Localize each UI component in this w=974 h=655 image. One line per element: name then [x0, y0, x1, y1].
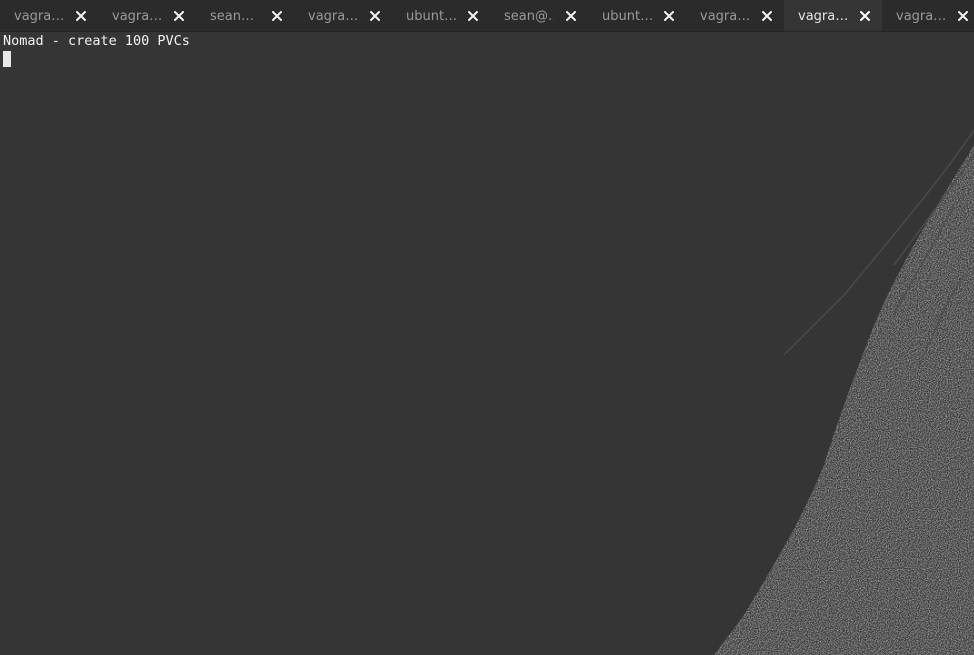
tab-4[interactable]: ubunt…	[392, 0, 490, 31]
tab-label: vagra…	[112, 8, 162, 24]
tab-6[interactable]: ubunt…	[588, 0, 686, 31]
close-icon[interactable]	[956, 9, 970, 23]
terminal-line: Nomad - create 100 PVCs	[3, 33, 190, 49]
tab-bar: vagra… vagra… sean… vagra… ubunt… sean@ …	[0, 0, 974, 32]
close-icon[interactable]	[466, 9, 480, 23]
tab-label: vagra…	[896, 8, 946, 24]
close-icon[interactable]	[368, 9, 382, 23]
close-icon[interactable]	[662, 9, 676, 23]
tab-label: ubunt…	[406, 8, 456, 24]
close-icon[interactable]	[270, 9, 284, 23]
tab-1[interactable]: vagra…	[98, 0, 196, 31]
tab-5[interactable]: sean@…	[490, 0, 588, 31]
close-icon[interactable]	[858, 9, 872, 23]
close-icon[interactable]	[74, 9, 88, 23]
tab-8-active[interactable]: vagra…	[784, 0, 882, 31]
tab-0[interactable]: vagra…	[0, 0, 98, 31]
tab-label: vagra…	[308, 8, 358, 24]
tab-label: vagra…	[798, 8, 848, 24]
prompt-line	[3, 50, 971, 67]
tab-label: sean@…	[504, 8, 554, 24]
tab-label: vagra…	[700, 8, 750, 24]
terminal-output[interactable]: Nomad - create 100 PVCs	[0, 32, 974, 655]
cursor	[3, 51, 11, 67]
tab-3[interactable]: vagra…	[294, 0, 392, 31]
tab-label: ubunt…	[602, 8, 652, 24]
tab-label: vagra…	[14, 8, 64, 24]
close-icon[interactable]	[564, 9, 578, 23]
tab-7[interactable]: vagra…	[686, 0, 784, 31]
tab-label: sean…	[210, 8, 254, 24]
tab-9[interactable]: vagra…	[882, 0, 974, 31]
tab-2[interactable]: sean…	[196, 0, 294, 31]
close-icon[interactable]	[760, 9, 774, 23]
terminal-window: vagra… vagra… sean… vagra… ubunt… sean@ …	[0, 0, 974, 655]
close-icon[interactable]	[172, 9, 186, 23]
